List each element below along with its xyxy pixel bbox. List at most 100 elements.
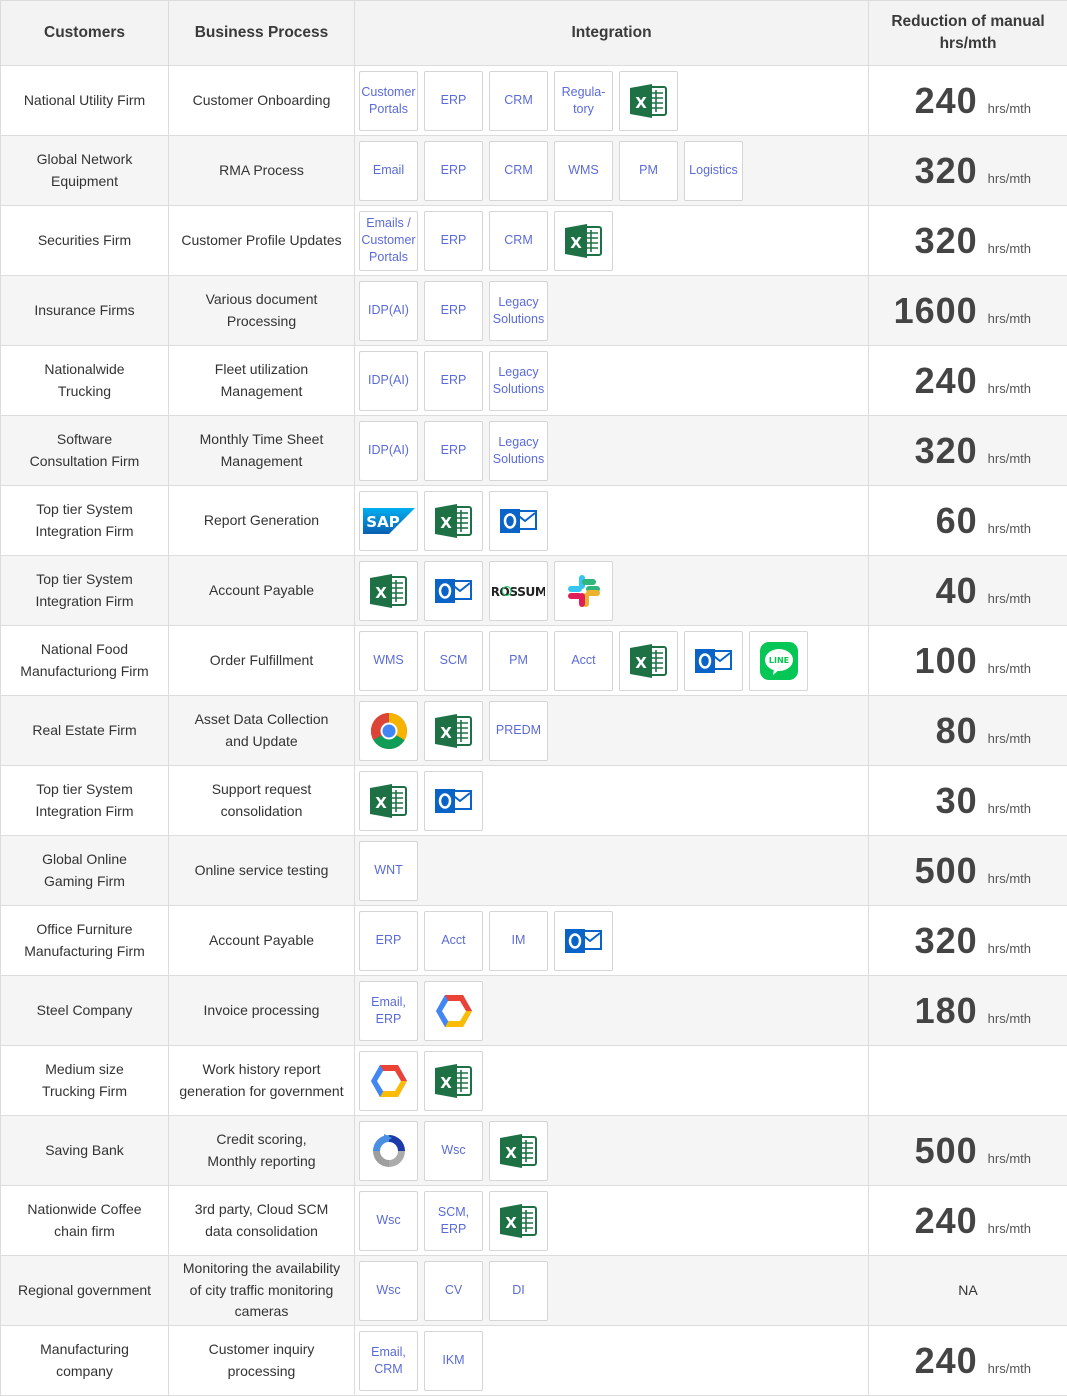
reduction-unit: hrs/mth: [987, 660, 1031, 676]
table-row: Nationwide Coffee chain firm 3rd party, Cl…: [0, 1185, 1067, 1256]
integration-tag-label: CRM: [504, 163, 533, 178]
excel-icon: X: [554, 210, 613, 271]
svg-text:SAP: SAP: [366, 513, 399, 531]
google-cloud-icon: [424, 980, 483, 1041]
integration-tag-label: WMS: [568, 163, 599, 178]
integration-tag: Legacy Solutions: [489, 420, 548, 481]
integration-cell: Emails / Customer Portals ERP CRM X: [354, 205, 869, 276]
integration-tag: CV: [424, 1260, 483, 1321]
svg-text:X: X: [635, 654, 647, 672]
integration-cell: ERP Acct IM: [354, 905, 869, 976]
integration-tag-label: IM: [511, 933, 526, 948]
table-row: Steel Company Invoice processing Email, ERP…: [0, 975, 1067, 1046]
integration-cell: X: [354, 765, 869, 836]
table-row: National Utility Firm Customer Onboarding…: [0, 65, 1067, 136]
customer-cell: Securities Firm: [0, 205, 169, 276]
reduction-unit: hrs/mth: [987, 1010, 1031, 1026]
svg-text:X: X: [375, 794, 387, 812]
reduction-unit: hrs/mth: [987, 170, 1031, 186]
integration-tag: Email, CRM: [359, 1330, 418, 1391]
business-process-cell: Work history report generation for govern…: [168, 1045, 355, 1116]
integration-list: ERP Acct IM: [359, 910, 864, 971]
reduction-unit: hrs/mth: [987, 1360, 1031, 1376]
business-process-cell: Invoice processing: [168, 975, 355, 1046]
customer-cell: Real Estate Firm: [0, 695, 169, 766]
integration-tag-label: IKM: [442, 1353, 465, 1368]
customer-cell: Medium size Trucking Firm: [0, 1045, 169, 1116]
integration-tag: ERP: [424, 140, 483, 201]
customer-cell: Insurance Firms: [0, 275, 169, 346]
integration-cell: Customer Portals ERP CRM Regula-tory X: [354, 65, 869, 136]
excel-icon: X: [489, 1120, 548, 1181]
recaptcha-icon: [359, 1120, 418, 1181]
reduction-unit: hrs/mth: [987, 870, 1031, 886]
reduction-cell: 240 hrs/mth: [868, 1185, 1067, 1256]
slack-icon: [554, 560, 613, 621]
integration-list: IDP(AI) ERP Legacy Solutions: [359, 350, 864, 411]
business-process-cell: Account Payable: [168, 555, 355, 626]
reduction-unit: hrs/mth: [987, 1150, 1031, 1166]
integration-tag: IKM: [424, 1330, 483, 1391]
header-reduction-label: Reduction of manual hrs/mth: [891, 12, 1045, 52]
integration-tag: IM: [489, 910, 548, 971]
integration-tag-label: Acct: [441, 933, 466, 948]
excel-icon: X: [619, 70, 678, 131]
integration-list: X: [359, 770, 864, 831]
integration-tag: Wsc: [424, 1120, 483, 1181]
integration-cell: X ROSSUM: [354, 555, 869, 626]
integration-tag: Legacy Solutions: [489, 280, 548, 341]
reduction-cell: 30 hrs/mth: [868, 765, 1067, 836]
customer-cell: Office Furniture Manufacturing Firm: [0, 905, 169, 976]
integration-tag-label: WMS: [373, 653, 404, 668]
reduction-value: 320: [914, 919, 978, 961]
business-process-cell: Order Fulfillment: [168, 625, 355, 696]
reduction-cell: [868, 1045, 1067, 1116]
integration-list: Wsc X: [359, 1120, 864, 1181]
integration-tag: ERP: [424, 420, 483, 481]
table-body: National Utility Firm Customer Onboarding…: [0, 65, 1067, 1396]
reduction-value: 240: [914, 359, 978, 401]
integration-tag-label: Customer Portals: [361, 84, 416, 116]
integration-tag-label: ERP: [440, 93, 467, 108]
integration-cell: Wsc CV DI: [354, 1255, 869, 1326]
integration-tag-label: Wsc: [376, 1213, 401, 1228]
svg-text:ROSSUM: ROSSUM: [492, 584, 545, 598]
integration-list: SAP X: [359, 490, 864, 551]
reduction-cell: 240 hrs/mth: [868, 65, 1067, 136]
integration-tag-label: DI: [512, 1283, 525, 1298]
customer-cell: Steel Company: [0, 975, 169, 1046]
table-row: Real Estate Firm Asset Data Collection and…: [0, 695, 1067, 766]
business-process-cell: Report Generation: [168, 485, 355, 556]
integration-list: Email ERP CRM WMS PM Logistics: [359, 140, 864, 201]
integration-tag-label: ERP: [440, 303, 467, 318]
integration-tag: PM: [489, 630, 548, 691]
integration-tag-label: Wsc: [441, 1143, 466, 1158]
integration-tag: Regula-tory: [554, 70, 613, 131]
integration-tag: Emails / Customer Portals: [359, 210, 418, 271]
integration-tag-label: Wsc: [376, 1283, 401, 1298]
business-process-cell: Various document Processing: [168, 275, 355, 346]
reduction-unit: hrs/mth: [987, 240, 1031, 256]
integration-tag-label: ERP: [440, 163, 467, 178]
integration-tag-label: SCM: [439, 653, 468, 668]
reduction-unit: hrs/mth: [987, 730, 1031, 746]
integration-cell: Wsc X: [354, 1115, 869, 1186]
integration-list: IDP(AI) ERP Legacy Solutions: [359, 280, 864, 341]
google-cloud-icon: [359, 1050, 418, 1111]
reduction-unit: hrs/mth: [987, 520, 1031, 536]
reduction-value: 320: [914, 429, 978, 471]
integration-cell: Wsc SCM, ERP X: [354, 1185, 869, 1256]
outlook-icon: [489, 490, 548, 551]
integration-tag-label: IDP(AI): [368, 303, 409, 318]
integration-tag-label: CRM: [504, 93, 533, 108]
reduction-cell: 320 hrs/mth: [868, 905, 1067, 976]
excel-icon: X: [359, 560, 418, 621]
integration-tag-label: ERP: [440, 443, 467, 458]
integration-tag: Acct: [424, 910, 483, 971]
table-row: Software Consultation Firm Monthly Time Sh…: [0, 415, 1067, 486]
integration-cell: SAP X: [354, 485, 869, 556]
svg-text:LINE: LINE: [768, 656, 788, 665]
table-row: Top tier System Integration Firm Support r…: [0, 765, 1067, 836]
table-row: Office Furniture Manufacturing Firm Accoun…: [0, 905, 1067, 976]
integration-cell: X: [354, 1045, 869, 1116]
